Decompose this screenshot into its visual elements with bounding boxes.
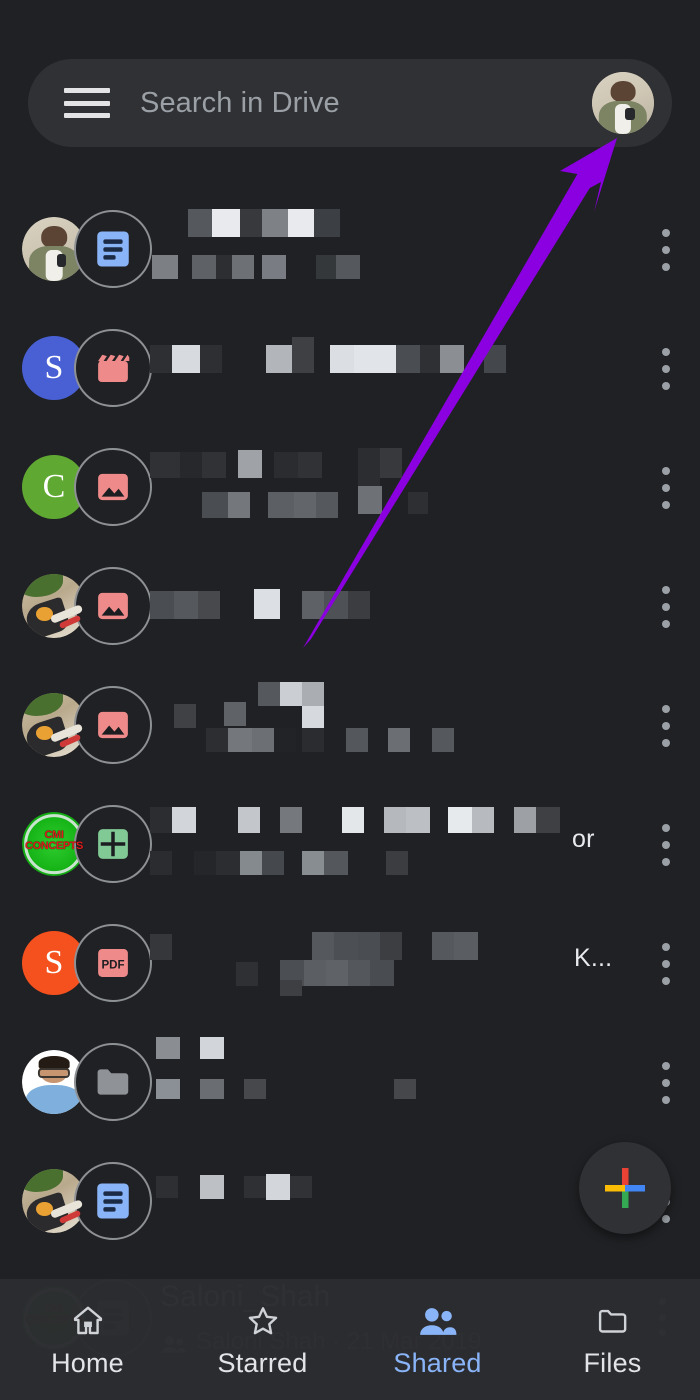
people-icon (418, 1301, 458, 1339)
list-item[interactable] (0, 666, 700, 785)
nav-item-files[interactable]: Files (525, 1301, 700, 1379)
nav-item-shared[interactable]: Shared (350, 1301, 525, 1379)
image-icon (74, 448, 152, 526)
redacted-content (150, 666, 630, 785)
more-vert-icon[interactable] (662, 585, 670, 628)
list-item[interactable] (0, 1023, 700, 1142)
visible-text-fragment: K... (574, 944, 613, 972)
nav-label: Starred (217, 1347, 308, 1378)
list-item[interactable]: S PDF K... (0, 904, 700, 1023)
more-vert-icon[interactable] (662, 228, 670, 271)
list-item[interactable] (0, 547, 700, 666)
redacted-content (150, 1023, 630, 1142)
redacted-content (150, 904, 630, 1023)
more-vert-icon[interactable] (662, 1061, 670, 1104)
list-item[interactable]: S (0, 309, 700, 428)
pdf-icon: PDF (74, 924, 152, 1002)
more-vert-icon[interactable] (662, 942, 670, 985)
google-docs-icon (74, 210, 152, 288)
list-item[interactable]: C (0, 428, 700, 547)
more-vert-icon[interactable] (662, 704, 670, 747)
nav-item-home[interactable]: Home (0, 1301, 175, 1379)
visible-text-fragment: or (572, 825, 595, 853)
bottom-navigation: Home Starred Shared Files (0, 1279, 700, 1400)
owner-avatar: CMI CONCEPTS (22, 812, 86, 876)
folder-icon (594, 1301, 632, 1339)
redacted-content (150, 428, 630, 547)
create-new-button[interactable] (579, 1142, 671, 1234)
owner-avatar (22, 1169, 86, 1233)
hamburger-menu-icon[interactable] (64, 88, 110, 118)
redacted-content (150, 547, 630, 666)
star-icon (244, 1301, 282, 1339)
more-vert-icon[interactable] (662, 347, 670, 390)
home-icon (69, 1301, 107, 1339)
more-vert-icon[interactable] (662, 823, 670, 866)
svg-text:PDF: PDF (101, 960, 124, 972)
owner-avatar (22, 574, 86, 638)
nav-label: Files (583, 1347, 642, 1378)
folder-icon (74, 1043, 152, 1121)
google-docs-icon (74, 1162, 152, 1240)
owner-avatar (22, 693, 86, 757)
more-vert-icon[interactable] (662, 466, 670, 509)
account-avatar[interactable] (592, 72, 654, 134)
nav-item-starred[interactable]: Starred (175, 1301, 350, 1379)
list-item[interactable]: CMI CONCEPTS or (0, 785, 700, 904)
search-input[interactable]: Search in Drive (140, 87, 584, 120)
drive-app-screen: Search in Drive S C CMI CONCEPTS or S PD… (0, 0, 700, 1400)
image-icon (74, 686, 152, 764)
nav-label: Shared (393, 1347, 482, 1378)
search-bar[interactable]: Search in Drive (28, 59, 672, 147)
list-item[interactable] (0, 190, 700, 309)
video-clapper-icon (74, 329, 152, 407)
redacted-content (150, 1142, 630, 1261)
google-plus-icon (605, 1168, 645, 1208)
redacted-content (150, 309, 630, 428)
redacted-content (150, 785, 630, 904)
nav-label: Home (51, 1347, 124, 1378)
redacted-content (150, 190, 630, 309)
image-icon (74, 567, 152, 645)
